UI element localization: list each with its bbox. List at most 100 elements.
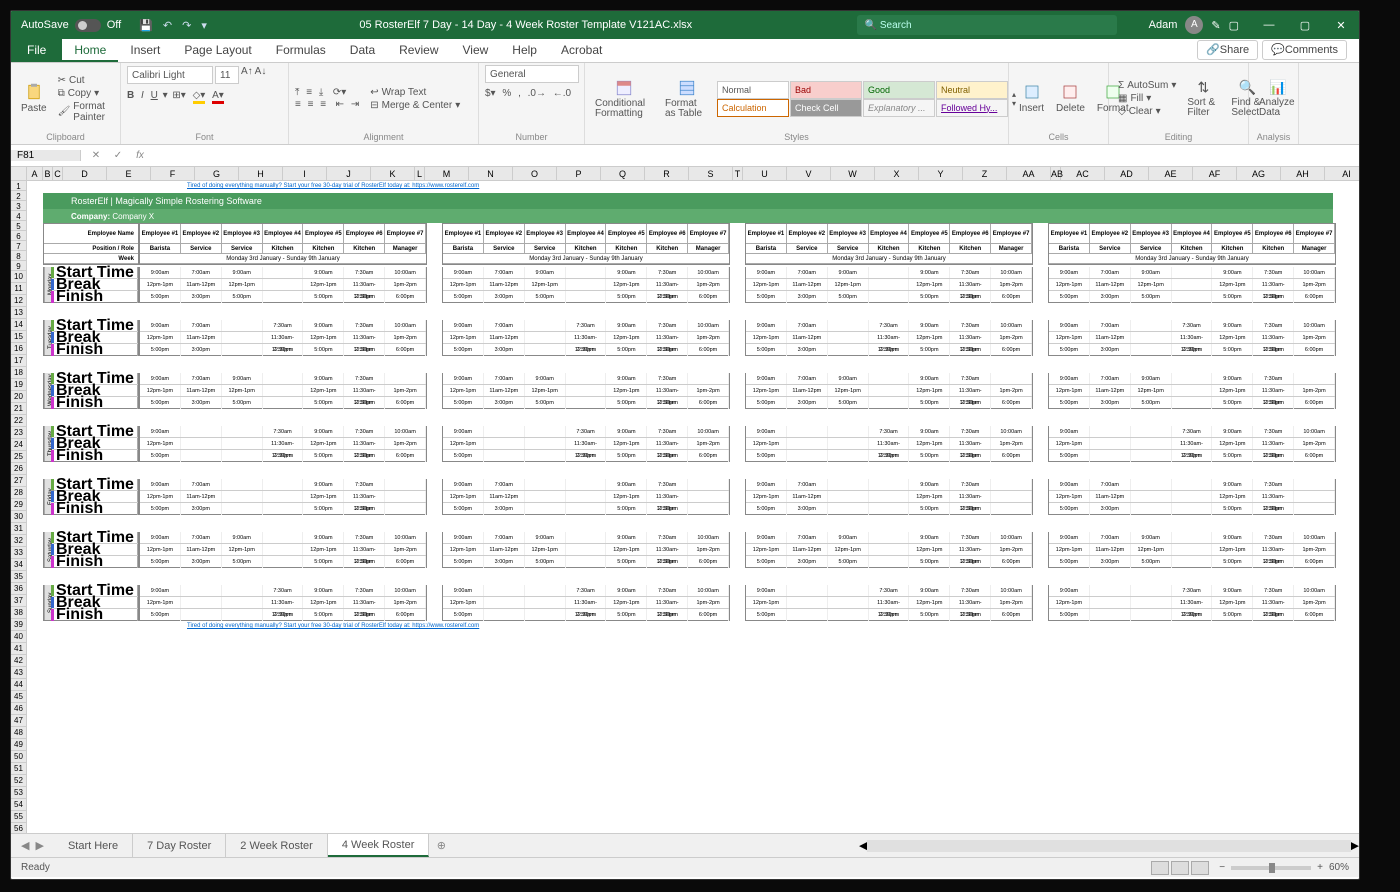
add-sheet-button[interactable]: ⊕ bbox=[429, 839, 453, 852]
view-page-layout-icon[interactable] bbox=[1171, 861, 1189, 875]
close-button[interactable]: ✕ bbox=[1323, 19, 1359, 32]
style-normal[interactable]: Normal bbox=[717, 81, 789, 99]
tab-acrobat[interactable]: Acrobat bbox=[549, 39, 614, 62]
style-good[interactable]: Good bbox=[863, 81, 935, 99]
sheet-tab-4-week[interactable]: 4 Week Roster bbox=[328, 834, 430, 857]
align-left-icon[interactable]: ≡ bbox=[295, 99, 301, 110]
style-check-cell[interactable]: Check Cell bbox=[790, 99, 862, 117]
delete-cells-button[interactable]: Delete bbox=[1052, 81, 1089, 116]
format-painter-button[interactable]: 🖌 Format Painter bbox=[55, 100, 114, 124]
paste-button[interactable]: Paste bbox=[17, 81, 51, 116]
style-calculation[interactable]: Calculation bbox=[717, 99, 789, 117]
hscroll-right-icon[interactable]: ▶ bbox=[1351, 839, 1359, 852]
save-icon[interactable]: 💾 bbox=[139, 19, 153, 32]
italic-button[interactable]: I bbox=[141, 90, 144, 104]
minimize-button[interactable]: — bbox=[1251, 19, 1287, 32]
fill-button[interactable]: ▦ Fill ▾ bbox=[1115, 92, 1179, 105]
sheet-nav-prev-icon[interactable]: ◀ bbox=[21, 839, 29, 852]
hscroll-left-icon[interactable]: ◀ bbox=[859, 839, 867, 852]
autosum-button[interactable]: Σ AutoSum ▾ bbox=[1115, 79, 1179, 92]
day-data-monday-w1[interactable]: 9:00am7:00am9:00am9:00am7:30am10:00am12p… bbox=[139, 267, 427, 303]
day-data-thursday-w2[interactable]: 9:00am7:30am9:00am7:30am10:00am12pm-1pm1… bbox=[442, 426, 730, 462]
zoom-slider[interactable] bbox=[1231, 866, 1311, 870]
day-data-thursday-w1[interactable]: 9:00am7:30am9:00am7:30am10:00am12pm-1pm1… bbox=[139, 426, 427, 462]
sheet-tab-start-here[interactable]: Start Here bbox=[54, 834, 133, 857]
ribbon-display-icon[interactable]: ✎ bbox=[1211, 19, 1220, 32]
avatar[interactable]: A bbox=[1185, 16, 1203, 34]
orientation-icon[interactable]: ⟳▾ bbox=[333, 87, 346, 98]
tab-file[interactable]: File bbox=[11, 39, 62, 62]
format-as-table-button[interactable]: Format as Table bbox=[661, 77, 713, 121]
day-data-friday-w4[interactable]: 9:00am7:00am9:00am7:30am12pm-1pm11am-12p… bbox=[1048, 479, 1336, 515]
zoom-out-icon[interactable]: − bbox=[1219, 862, 1225, 873]
style-explanatory[interactable]: Explanatory ... bbox=[863, 99, 935, 117]
copy-button[interactable]: ⧉ Copy ▾ bbox=[55, 87, 114, 100]
day-data-thursday-w4[interactable]: 9:00am7:30am9:00am7:30am10:00am12pm-1pm1… bbox=[1048, 426, 1336, 462]
day-data-sunday-w3[interactable]: 9:00am7:30am9:00am7:30am10:00am12pm-1pm1… bbox=[745, 585, 1033, 621]
day-data-monday-w2[interactable]: 9:00am7:00am9:00am9:00am7:30am10:00am12p… bbox=[442, 267, 730, 303]
tab-review[interactable]: Review bbox=[387, 39, 450, 62]
analyze-data-button[interactable]: 📊Analyze Data bbox=[1255, 77, 1301, 120]
search-box[interactable]: 🔍 Search bbox=[857, 15, 1117, 35]
comments-button[interactable]: 💬 Comments bbox=[1262, 40, 1347, 60]
currency-button[interactable]: $▾ bbox=[485, 88, 496, 99]
view-pagebreak-icon[interactable] bbox=[1191, 861, 1209, 875]
tab-help[interactable]: Help bbox=[500, 39, 549, 62]
day-data-wednesday-w1[interactable]: 9:00am7:00am9:00am9:00am7:30am12pm-1pm11… bbox=[139, 373, 427, 409]
hscroll-track[interactable] bbox=[867, 840, 1350, 852]
day-data-monday-w3[interactable]: 9:00am7:00am9:00am9:00am7:30am10:00am12p… bbox=[745, 267, 1033, 303]
share-button[interactable]: 🔗 Share bbox=[1197, 40, 1258, 60]
conditional-formatting-button[interactable]: Conditional Formatting bbox=[591, 77, 657, 121]
align-center-icon[interactable]: ≡ bbox=[308, 99, 314, 110]
clear-button[interactable]: ◇ Clear ▾ bbox=[1115, 105, 1179, 118]
inc-decimal-button[interactable]: .0→ bbox=[528, 88, 546, 99]
day-data-monday-w4[interactable]: 9:00am7:00am9:00am9:00am7:30am10:00am12p… bbox=[1048, 267, 1336, 303]
indent-left-icon[interactable]: ⇤ bbox=[336, 99, 344, 110]
wrap-text-button[interactable]: ↩ Wrap Text bbox=[367, 86, 463, 99]
tab-view[interactable]: View bbox=[451, 39, 501, 62]
dec-decimal-button[interactable]: ←.0 bbox=[553, 88, 571, 99]
view-normal-icon[interactable] bbox=[1151, 861, 1169, 875]
align-middle-icon[interactable]: ≡ bbox=[306, 87, 312, 98]
fill-color-button[interactable]: ◇▾ bbox=[193, 90, 206, 104]
day-data-friday-w1[interactable]: 9:00am7:00am9:00am7:30am12pm-1pm11am-12p… bbox=[139, 479, 427, 515]
day-data-tuesday-w4[interactable]: 9:00am7:00am7:30am9:00am7:30am10:00am12p… bbox=[1048, 320, 1336, 356]
qat-dropdown-icon[interactable]: ▾ bbox=[201, 19, 207, 32]
percent-button[interactable]: % bbox=[502, 88, 511, 99]
day-data-sunday-w4[interactable]: 9:00am7:30am9:00am7:30am10:00am12pm-1pm1… bbox=[1048, 585, 1336, 621]
tab-insert[interactable]: Insert bbox=[118, 39, 172, 62]
align-top-icon[interactable]: ⤒ bbox=[295, 87, 299, 98]
enter-formula-icon[interactable]: ✓ bbox=[111, 150, 125, 161]
indent-right-icon[interactable]: ⇥ bbox=[351, 99, 359, 110]
cut-button[interactable]: ✂ Cut bbox=[55, 74, 114, 87]
day-data-friday-w2[interactable]: 9:00am7:00am9:00am7:30am12pm-1pm11am-12p… bbox=[442, 479, 730, 515]
bold-button[interactable]: B bbox=[127, 90, 134, 104]
borders-button[interactable]: ⊞▾ bbox=[172, 90, 185, 104]
zoom-in-icon[interactable]: + bbox=[1317, 862, 1323, 873]
day-data-saturday-w1[interactable]: 9:00am7:00am9:00am9:00am7:30am10:00am12p… bbox=[139, 532, 427, 568]
underline-button[interactable]: U bbox=[151, 90, 158, 104]
font-color-button[interactable]: A▾ bbox=[212, 90, 224, 104]
increase-font-icon[interactable]: A↑ bbox=[241, 66, 253, 84]
user-name[interactable]: Adam bbox=[1149, 19, 1178, 31]
day-data-wednesday-w2[interactable]: 9:00am7:00am9:00am9:00am7:30am12pm-1pm11… bbox=[442, 373, 730, 409]
maximize-button[interactable]: ▢ bbox=[1287, 19, 1323, 32]
autosave-toggle[interactable] bbox=[75, 19, 101, 32]
insert-cells-button[interactable]: Insert bbox=[1015, 81, 1048, 116]
tab-data[interactable]: Data bbox=[338, 39, 387, 62]
ribbon-mode-icon[interactable]: ▢ bbox=[1229, 19, 1239, 32]
day-data-saturday-w3[interactable]: 9:00am7:00am9:00am9:00am7:30am10:00am12p… bbox=[745, 532, 1033, 568]
day-data-tuesday-w1[interactable]: 9:00am7:00am7:30am9:00am7:30am10:00am12p… bbox=[139, 320, 427, 356]
fx-icon[interactable]: fx bbox=[133, 150, 147, 161]
align-right-icon[interactable]: ≡ bbox=[320, 99, 326, 110]
style-neutral[interactable]: Neutral bbox=[936, 81, 1008, 99]
day-data-wednesday-w4[interactable]: 9:00am7:00am9:00am9:00am7:30am12pm-1pm11… bbox=[1048, 373, 1336, 409]
sheet-tab-7-day[interactable]: 7 Day Roster bbox=[133, 834, 226, 857]
day-data-saturday-w4[interactable]: 9:00am7:00am9:00am9:00am7:30am10:00am12p… bbox=[1048, 532, 1336, 568]
number-format-dropdown[interactable]: General bbox=[485, 65, 579, 83]
style-bad[interactable]: Bad bbox=[790, 81, 862, 99]
day-data-tuesday-w3[interactable]: 9:00am7:00am7:30am9:00am7:30am10:00am12p… bbox=[745, 320, 1033, 356]
day-data-saturday-w2[interactable]: 9:00am7:00am9:00am9:00am7:30am10:00am12p… bbox=[442, 532, 730, 568]
font-size-dropdown[interactable]: 11 bbox=[215, 66, 239, 84]
day-data-sunday-w2[interactable]: 9:00am7:30am9:00am7:30am10:00am12pm-1pm1… bbox=[442, 585, 730, 621]
